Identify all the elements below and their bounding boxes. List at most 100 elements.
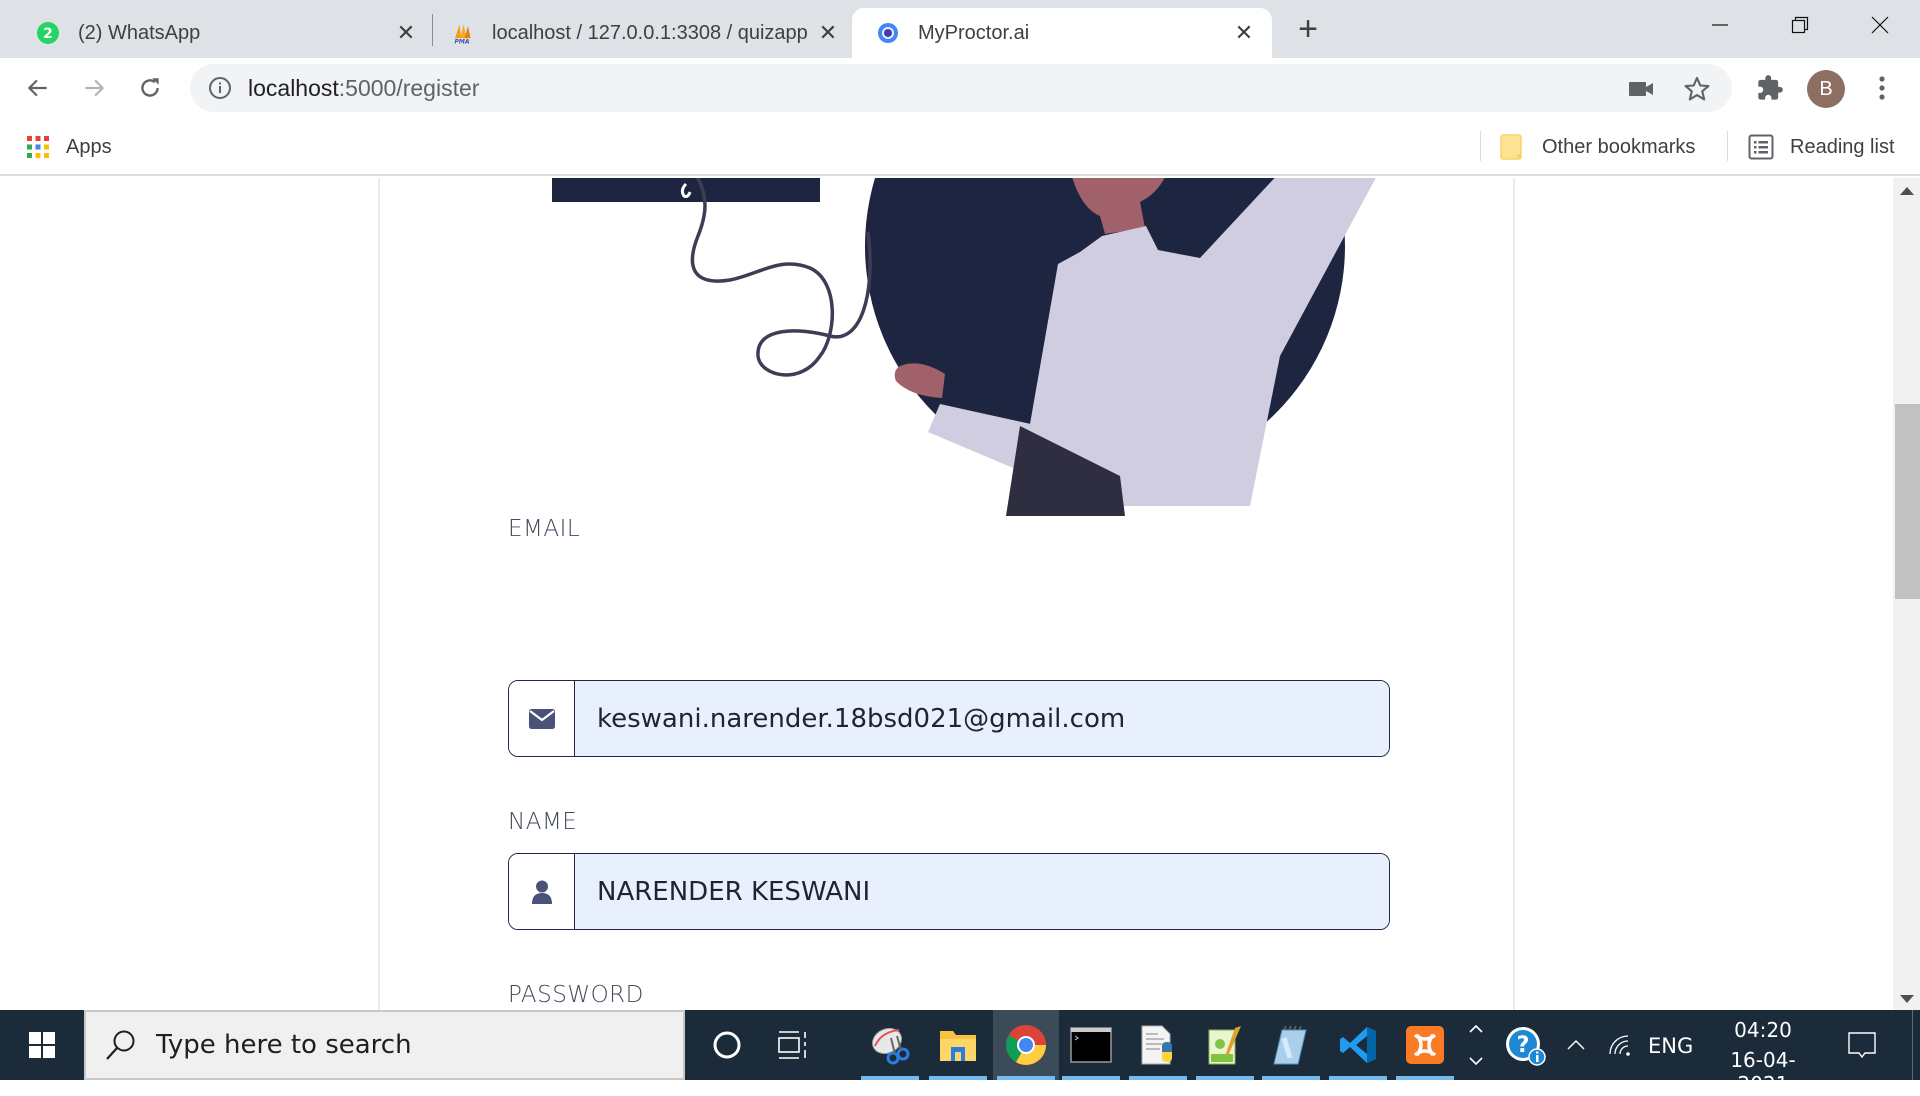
clock-date: 16-04-2021 (1730, 1048, 1796, 1096)
bookmarks-bar: Apps Other bookmarks Reading list (0, 118, 1920, 176)
browser-toolbar: localhost:5000/register B (0, 58, 1920, 118)
email-input[interactable] (575, 681, 1389, 756)
chrome-menu-button[interactable] (1864, 70, 1900, 106)
wifi-tray-icon[interactable] (1606, 1030, 1636, 1060)
restore-icon (1791, 16, 1809, 34)
name-label: NAME (508, 809, 578, 835)
scroll-thumb[interactable] (1895, 404, 1920, 599)
snipping-tool-app[interactable] (857, 1010, 923, 1080)
whatsapp-icon: 2 (36, 21, 60, 45)
name-input-group (508, 853, 1390, 930)
video-camera-icon (1629, 82, 1653, 96)
tab-title: MyProctor.ai (918, 21, 1030, 44)
tab-strip: 2 (2) WhatsApp ✕ PMA localhost / 127.0.0… (0, 0, 1920, 58)
chrome-app[interactable] (993, 1010, 1059, 1080)
close-window-icon (1871, 16, 1889, 34)
email-label: EMAIL (508, 516, 581, 542)
notification-icon (1848, 1032, 1876, 1059)
restore-button[interactable] (1762, 0, 1838, 50)
svg-text:PMA: PMA (454, 38, 469, 45)
bookmark-star-button[interactable] (1682, 74, 1712, 104)
bookmarks-separator (1727, 131, 1728, 161)
apps-bookmark[interactable]: Apps (26, 130, 112, 164)
name-addon (509, 854, 575, 929)
new-tab-button[interactable]: + (1290, 12, 1326, 48)
file-explorer-app[interactable] (925, 1010, 991, 1080)
monitor-base (552, 178, 820, 202)
language-indicator[interactable]: ENG (1648, 1034, 1693, 1058)
other-bookmarks[interactable]: Other bookmarks (1500, 130, 1695, 164)
search-icon (106, 1030, 135, 1060)
caret-up-icon (1567, 1040, 1585, 1050)
clock[interactable]: 04:20 16-04-2021 (1706, 1016, 1820, 1096)
notepad-plus-plus-app[interactable] (1192, 1010, 1258, 1080)
chevron-down-icon (1469, 1057, 1483, 1065)
scroll-up-button[interactable] (1893, 186, 1920, 206)
running-indicator (997, 1076, 1055, 1080)
tab-whatsapp[interactable]: 2 (2) WhatsApp ✕ (36, 8, 420, 58)
action-center-button[interactable] (1846, 1030, 1878, 1062)
running-indicator (861, 1076, 919, 1080)
chrome-page-icon (876, 21, 900, 45)
start-button[interactable] (0, 1010, 84, 1080)
name-input[interactable] (575, 854, 1389, 929)
terminal-icon (1070, 1027, 1112, 1063)
notepad-app[interactable] (1258, 1010, 1324, 1080)
windows-taskbar: Type here to search ? ENG 04:20 16-04-20… (0, 1010, 1920, 1096)
taskbar-search-box[interactable]: Type here to search (84, 1010, 685, 1080)
url-path: :5000/register (338, 75, 480, 101)
page-scrollbar[interactable] (1893, 178, 1920, 1010)
reload-icon (141, 78, 159, 97)
close-tab-icon[interactable]: ✕ (814, 19, 842, 47)
forward-button[interactable] (74, 68, 114, 108)
back-button[interactable] (18, 68, 58, 108)
minimize-button[interactable] (1682, 0, 1758, 50)
show-hidden-icons-button[interactable] (1562, 1032, 1590, 1058)
taskbar-scroll-up[interactable] (1462, 1016, 1490, 1042)
reload-button[interactable] (130, 68, 170, 108)
extensions-button[interactable] (1752, 70, 1788, 106)
url-text[interactable]: localhost:5000/register (248, 75, 479, 102)
star-icon (1684, 76, 1710, 101)
register-card: EMAIL NAME PASSWORD (378, 178, 1515, 1010)
user-icon (531, 880, 552, 904)
reading-list-icon (1748, 134, 1774, 160)
python-file-icon (1141, 1025, 1172, 1065)
terminal-app[interactable] (1058, 1010, 1124, 1080)
help-tray-icon[interactable]: ? (1504, 1024, 1548, 1068)
apps-label: Apps (66, 135, 112, 158)
xampp-app[interactable] (1392, 1010, 1458, 1080)
camera-button[interactable] (1626, 74, 1656, 104)
close-window-button[interactable] (1842, 0, 1918, 50)
taskbar-scroll-down[interactable] (1462, 1048, 1490, 1074)
notepad-plus-plus-icon (1208, 1026, 1241, 1065)
site-info-icon[interactable] (208, 76, 232, 100)
xampp-icon (1406, 1026, 1444, 1064)
close-tab-icon[interactable]: ✕ (392, 19, 420, 47)
scroll-down-button[interactable] (1893, 984, 1920, 1004)
tab-myproctor[interactable]: MyProctor.ai ✕ (852, 8, 1272, 58)
tab-separator (432, 14, 433, 46)
chrome-icon (1006, 1025, 1046, 1065)
python-idle-app[interactable] (1125, 1010, 1191, 1080)
task-view-button[interactable] (760, 1010, 826, 1080)
reading-list-label: Reading list (1790, 135, 1895, 158)
address-bar[interactable]: localhost:5000/register (190, 64, 1732, 112)
snipping-tool-icon (871, 1027, 910, 1065)
running-indicator (1062, 1076, 1120, 1080)
register-illustration (552, 178, 1376, 516)
cortana-button[interactable] (694, 1010, 760, 1080)
vscode-app[interactable] (1325, 1010, 1391, 1080)
running-indicator (1262, 1076, 1320, 1080)
whatsapp-badge: 2 (43, 26, 53, 42)
show-desktop-button[interactable] (1912, 1010, 1920, 1080)
scroll-up-arrow-icon (1899, 187, 1914, 195)
back-arrow-icon (27, 79, 47, 97)
password-label: PASSWORD (508, 982, 644, 1008)
tab-phpmyadmin[interactable]: PMA localhost / 127.0.0.1:3308 / quizapp… (450, 8, 842, 58)
close-tab-icon[interactable]: ✕ (1230, 19, 1258, 47)
envelope-icon (528, 708, 555, 729)
reading-list[interactable]: Reading list (1748, 130, 1895, 164)
profile-avatar[interactable]: B (1807, 70, 1845, 108)
taskbar-search-placeholder: Type here to search (156, 1030, 412, 1060)
